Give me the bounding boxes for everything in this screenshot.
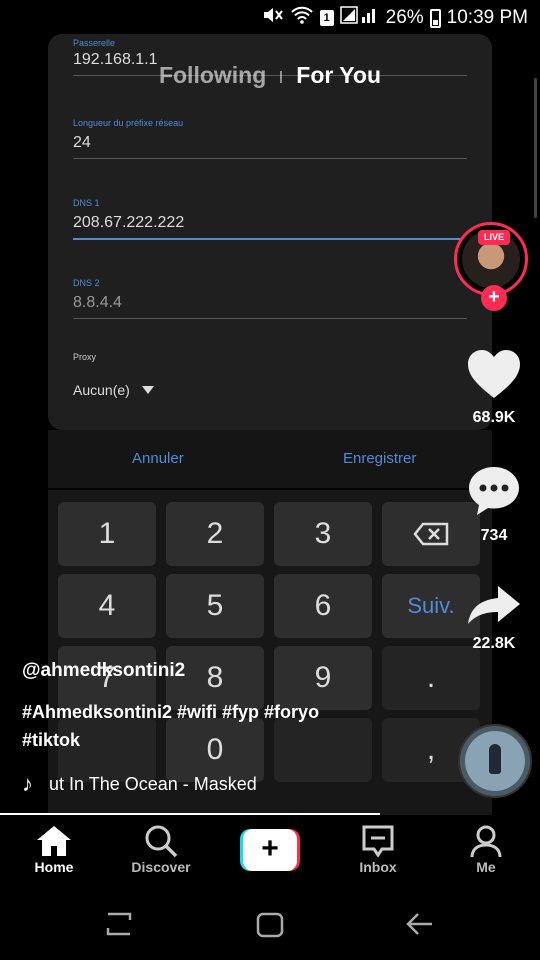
ip-settings-dialog: Passerelle 192.168.1.1 Longueur du préfi… [48,34,537,430]
inbox-icon [324,823,432,859]
prefix-field: Longueur du préfixe réseau 24 [73,118,467,159]
home-icon [0,823,108,859]
video-caption: @ahmedksontini2 #Ahmedksontini2 #wifi #f… [22,660,442,754]
tab-for-you[interactable]: For You [296,62,381,88]
creator-handle[interactable]: @ahmedksontini2 [22,660,442,682]
tab-following[interactable]: Following [159,62,266,88]
key-4: 4 [58,574,156,638]
creator-avatar[interactable]: LIVE + [454,222,528,311]
share-button[interactable]: 22.8K [458,584,530,653]
save-text: Enregistrer [343,450,417,467]
hashtags[interactable]: #Ahmedksontini2 #wifi #fyp #foryo #tikto… [22,698,442,754]
tab-divider [280,70,283,83]
dialog-scrollbar [534,78,537,218]
key-3: 3 [274,502,372,566]
dns1-field: DNS 1 208.67.222.222 [73,198,467,240]
bottom-nav: Home Discover + Inbox Me [0,815,540,880]
backspace-icon [413,522,449,546]
nav-inbox[interactable]: Inbox [324,823,432,875]
like-count: 68.9K [472,409,516,426]
dialog-actions: Annuler Enregistrer [48,430,492,488]
comment-count: 734 [480,527,508,544]
comment-icon [469,467,519,515]
nav-home[interactable]: Home [0,823,108,875]
dropdown-arrow-icon [141,386,154,394]
nav-discover[interactable]: Discover [107,823,215,875]
home-system-icon[interactable] [256,912,284,938]
music-note-icon: ♪ [22,771,33,796]
comment-button[interactable]: 734 [458,464,530,545]
recent-apps-icon[interactable] [106,910,132,938]
feed-tabs: Following For You [0,62,540,89]
music-ticker[interactable]: ♪ ut In The Ocean - Masked [22,771,257,797]
proxy-field: Proxy Aucun(e) [73,352,154,398]
music-disc[interactable] [458,724,532,798]
profile-icon [432,823,540,859]
back-icon[interactable] [406,912,434,936]
key-5: 5 [166,574,264,638]
cancel-text: Annuler [132,450,184,467]
album-art [489,744,501,774]
live-badge: LIVE [478,230,510,245]
key-1: 1 [58,502,156,566]
plus-icon: + [243,829,297,871]
create-button[interactable]: + [240,829,300,871]
nav-me[interactable]: Me [432,823,540,875]
share-arrow-icon [468,586,520,624]
key-6: 6 [274,574,372,638]
follow-button[interactable]: + [481,285,507,311]
system-nav-bar [0,880,540,960]
heart-icon [468,350,520,398]
dns2-field: DNS 2 8.8.4.4 [73,278,467,319]
search-icon [107,823,215,859]
share-count: 22.8K [472,635,516,652]
music-title: ut In The Ocean - Masked [49,773,257,794]
like-button[interactable]: 68.9K [458,348,530,427]
key-2: 2 [166,502,264,566]
